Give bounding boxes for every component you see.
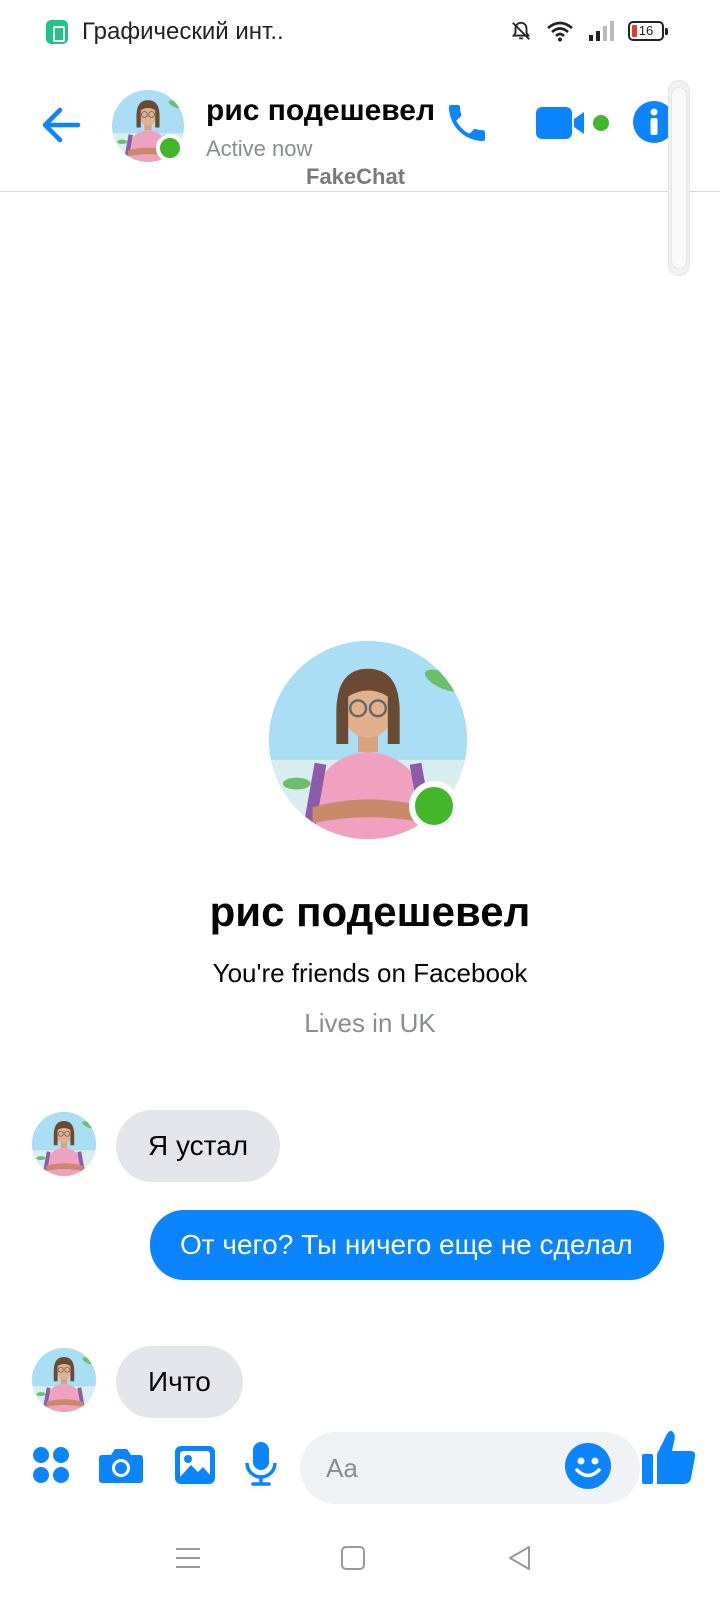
scrollbar[interactable] xyxy=(668,80,690,276)
incoming-message[interactable]: Ичто xyxy=(116,1346,243,1418)
profile-friends-line: You're friends on Facebook xyxy=(212,958,528,988)
home-nav-button[interactable] xyxy=(333,1540,373,1580)
call-button[interactable] xyxy=(440,98,494,152)
emoji-button[interactable] xyxy=(564,1442,612,1495)
scrollbar-thumb[interactable] xyxy=(672,88,686,268)
like-button[interactable] xyxy=(638,1428,700,1490)
back-triangle-icon xyxy=(507,1545,533,1576)
microphone-icon xyxy=(244,1441,278,1492)
camera-button[interactable] xyxy=(96,1442,146,1492)
gallery-button[interactable] xyxy=(170,1442,220,1492)
message-avatar[interactable] xyxy=(32,1112,96,1176)
emoji-icon xyxy=(564,1442,612,1495)
apps-icon xyxy=(31,1445,71,1490)
message-composer xyxy=(0,1420,720,1520)
wifi-icon xyxy=(546,20,574,42)
chat-header: рис подешевел Active now FakeChat xyxy=(0,64,720,192)
status-bar-indicators: 16 xyxy=(510,20,668,42)
status-bar: Графический инт.. 16 xyxy=(0,0,720,64)
contact-name[interactable]: рис подешевел xyxy=(206,94,435,128)
incoming-message[interactable]: Я устал xyxy=(116,1110,281,1182)
video-call-button[interactable] xyxy=(534,100,616,150)
online-indicator xyxy=(156,134,184,162)
profile-name: рис подешевел xyxy=(209,888,531,935)
camera-icon xyxy=(98,1445,144,1490)
signal-icon xyxy=(588,20,614,42)
watermark: FakeChat xyxy=(306,164,406,189)
message-input-container xyxy=(300,1432,640,1504)
voice-button[interactable] xyxy=(236,1438,286,1494)
status-bar-app-title: Графический инт.. xyxy=(82,18,284,45)
contact-avatar[interactable] xyxy=(112,90,184,162)
gallery-icon xyxy=(174,1445,216,1490)
message-input[interactable] xyxy=(326,1450,566,1486)
menu-nav-button[interactable] xyxy=(168,1540,208,1580)
battery-icon: 16 xyxy=(628,21,668,41)
back-arrow-icon xyxy=(40,104,82,151)
video-camera-icon xyxy=(534,101,616,150)
system-nav-bar xyxy=(0,1520,720,1600)
message-avatar[interactable] xyxy=(32,1348,96,1412)
profile-avatar[interactable] xyxy=(269,641,467,839)
outgoing-message[interactable]: От чего? Ты ничего еще не сделал xyxy=(150,1210,664,1280)
menu-lines-icon xyxy=(175,1546,201,1575)
home-square-icon xyxy=(340,1545,366,1576)
contact-status: Active now xyxy=(206,136,313,161)
back-button[interactable] xyxy=(36,102,86,152)
mute-bell-icon xyxy=(510,20,532,42)
phone-icon xyxy=(443,99,491,152)
profile-lives-line: Lives in UK xyxy=(304,1008,436,1038)
thumbs-up-icon xyxy=(640,1428,698,1491)
apps-button[interactable] xyxy=(26,1442,76,1492)
profile-online-indicator xyxy=(409,781,459,831)
back-nav-button[interactable] xyxy=(500,1540,540,1580)
app-icon xyxy=(46,20,68,44)
